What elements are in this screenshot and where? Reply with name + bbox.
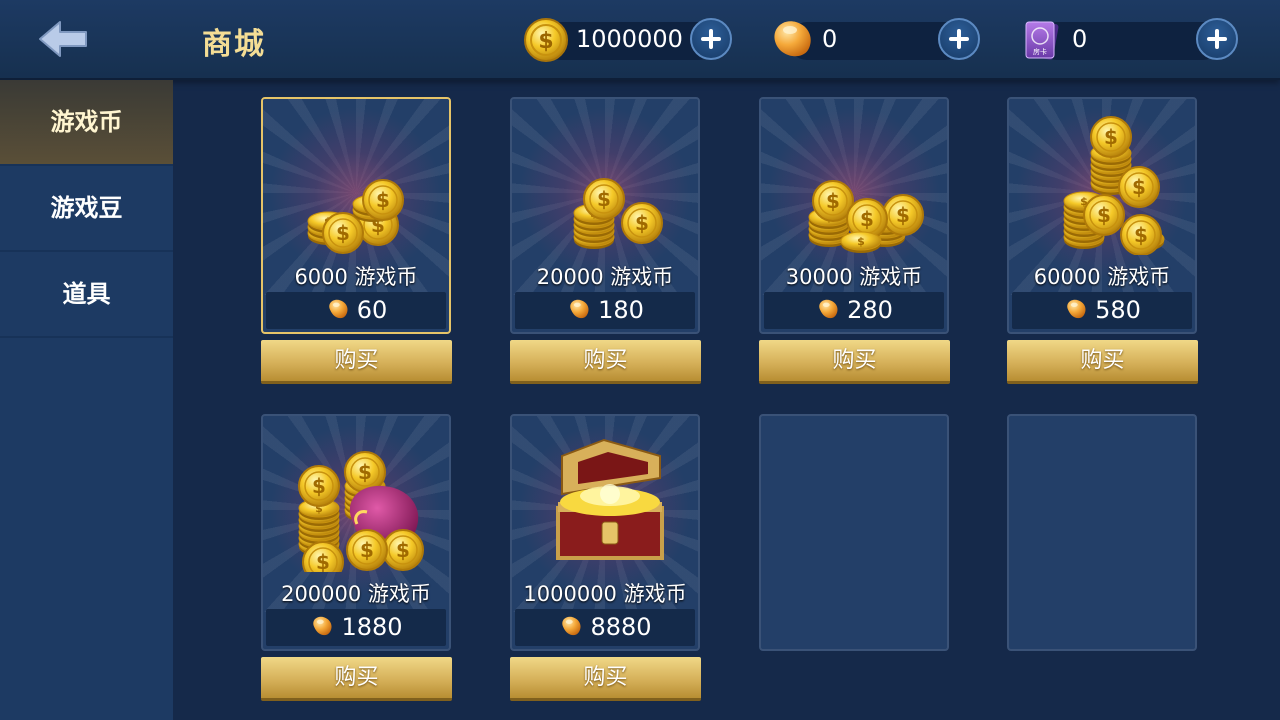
price-bar: 280 [764,292,944,329]
bean-icon [774,21,811,57]
back-arrow-icon [39,21,87,57]
product-card[interactable]: 60000 游戏币 580 [1007,97,1197,334]
coins-pile-icon [808,180,924,254]
sidebar-item-props[interactable]: 道具 [0,252,173,338]
empty-product-slot [759,414,949,651]
bean-icon [1067,299,1086,319]
coins-stack-icon [573,178,663,250]
product-price: 280 [847,296,893,324]
bean-icon [562,616,581,636]
product-card[interactable]: 200000 游戏币 1880 [261,414,451,651]
product-name: 200000 游戏币 [281,582,431,606]
room-card-icon-label: 房卡 [1033,47,1047,56]
price-bar: 8880 [515,609,695,646]
bean-amount: 0 [822,25,838,53]
gold-coin-icon: $ [524,18,568,62]
bean-icon [819,299,838,319]
room-card-amount: 0 [1072,25,1088,53]
product-price: 60 [356,296,388,324]
buy-button[interactable]: 购买 [261,657,452,701]
product-card[interactable]: 1000000 游戏币 8880 [510,414,700,651]
sidebar-item-game-coins[interactable]: 游戏币 [0,80,173,166]
coins-tower-icon [1063,116,1165,255]
product-card[interactable]: 6000 游戏币 60 [261,97,451,334]
coins-small-icon [307,179,404,254]
product-name: 6000 游戏币 [294,265,418,289]
product-name: 60000 游戏币 [1033,265,1171,289]
bean-icon [313,616,332,636]
bean-balance: 0 [768,16,984,64]
bean-icon [328,299,348,319]
buy-button[interactable]: 购买 [759,340,950,384]
buy-button[interactable]: 购买 [1007,340,1198,384]
product-price: 180 [598,296,644,324]
buy-button[interactable]: 购买 [510,340,701,384]
treasure-chest-icon [556,438,664,560]
price-bar: 580 [1012,292,1192,329]
price-bar: 1880 [266,609,446,646]
product-name: 30000 游戏币 [785,265,923,289]
category-sidebar: 游戏币 游戏豆 道具 [0,80,173,720]
coin-balance: $ 1000000 [522,16,738,64]
add-room-cards-button[interactable] [1196,18,1238,60]
coin-amount: 1000000 [576,25,683,53]
add-coins-button[interactable] [690,18,732,60]
svg-text:$: $ [538,29,553,54]
page-title: 商城 [202,27,266,62]
product-card[interactable]: 20000 游戏币 180 [510,97,700,334]
product-name: 20000 游戏币 [536,265,674,289]
top-bar: 商城 $ 1000000 0 房卡 0 [0,0,1280,80]
add-beans-button[interactable] [938,18,980,60]
product-name: 1000000 游戏币 [523,582,687,606]
product-price: 1880 [341,613,403,641]
room-card-icon: 房卡 [1025,20,1059,60]
product-price: 8880 [590,613,652,641]
price-bar: 60 [266,292,446,329]
bean-icon [570,299,589,319]
sidebar-item-game-beans[interactable]: 游戏豆 [0,166,173,252]
product-price: 580 [1095,296,1141,324]
product-card[interactable]: 30000 游戏币 280 [759,97,949,334]
back-button[interactable] [36,18,92,60]
empty-product-slot [1007,414,1197,651]
coin-bag-icon [298,451,424,572]
room-card-balance: 房卡 0 [1018,16,1242,64]
price-bar: 180 [515,292,695,329]
buy-button[interactable]: 购买 [510,657,701,701]
buy-button[interactable]: 购买 [261,340,452,384]
